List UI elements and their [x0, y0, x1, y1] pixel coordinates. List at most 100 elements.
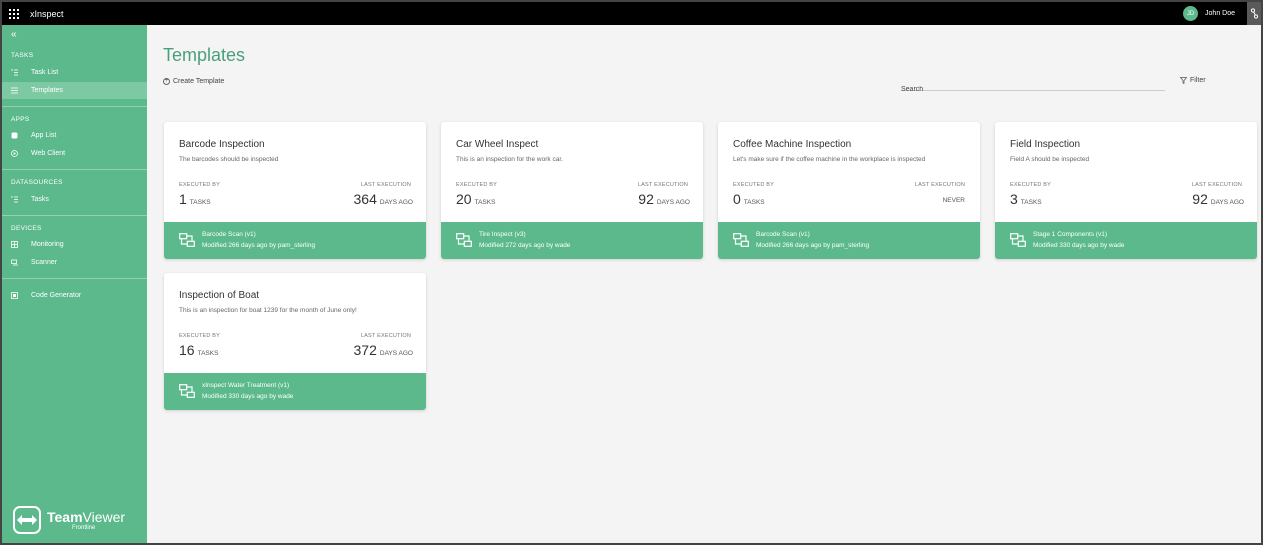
modified-info: Modified 266 days ago by pam_sterling — [202, 242, 316, 249]
top-bar: xInspect JD John Doe — [2, 2, 1261, 25]
sidebar-item-label: Code Generator — [31, 292, 82, 299]
filter-label: Filter — [1190, 77, 1206, 84]
card-app-footer[interactable]: Barcode Scan (v1) Modified 266 days ago … — [718, 222, 980, 259]
app-flow-icon — [733, 233, 749, 247]
section-label-apps: APPS — [11, 116, 30, 123]
card-title: Coffee Machine Inspection — [733, 139, 852, 150]
card-app-footer[interactable]: Barcode Scan (v1) Modified 266 days ago … — [164, 222, 426, 259]
create-template-button[interactable]: + Create Template — [163, 78, 224, 85]
modified-info: Modified 272 days ago by wade — [479, 242, 571, 249]
card-title: Car Wheel Inspect — [456, 139, 539, 150]
sidebar-item-label: Task List — [31, 69, 59, 76]
sidebar-item-tasks[interactable]: Tasks — [2, 191, 147, 208]
scanner-icon — [11, 259, 18, 266]
template-card[interactable]: Barcode Inspection The barcodes should b… — [164, 122, 426, 259]
filter-button[interactable]: Filter — [1180, 77, 1206, 84]
executed-count: 16 — [179, 342, 195, 358]
template-card[interactable]: Field Inspection Field A should be inspe… — [995, 122, 1257, 259]
executed-by-label: EXECUTED BY — [179, 182, 221, 188]
search-field — [901, 78, 1165, 96]
task-list-icon — [11, 196, 18, 203]
tasks-unit: TASKS — [197, 350, 219, 357]
tasks-unit: TASKS — [189, 199, 211, 206]
modified-info: Modified 266 days ago by pam_sterling — [756, 242, 870, 249]
task-list-icon — [11, 69, 18, 76]
main-content: Templates + Create Template Filter Barco… — [147, 25, 1261, 543]
app-name: Barcode Scan (v1) — [756, 231, 810, 238]
template-card[interactable]: Coffee Machine Inspection Let's make sur… — [718, 122, 980, 259]
executed-count: 1 — [179, 191, 187, 207]
sidebar-item-scanner[interactable]: Scanner — [2, 254, 147, 271]
executed-by-label: EXECUTED BY — [1010, 182, 1052, 188]
brand-name-light: Viewer — [82, 508, 126, 525]
days-ago-unit: DAYS AGO — [379, 350, 413, 357]
days-ago-unit: DAYS AGO — [379, 199, 413, 206]
tasks-unit: TASKS — [474, 199, 496, 206]
last-execution-label: LAST EXECUTION — [1191, 182, 1242, 188]
sidebar-item-label: Tasks — [31, 196, 49, 203]
app-title: xInspect — [30, 8, 64, 19]
sidebar-item-task-list[interactable]: Task List — [2, 64, 147, 81]
card-title: Field Inspection — [1010, 139, 1081, 150]
executed-by-label: EXECUTED BY — [456, 182, 498, 188]
app-flow-icon — [456, 233, 472, 247]
executed-count: 20 — [456, 191, 472, 207]
sidebar-item-app-list[interactable]: App List — [2, 127, 147, 144]
last-execution-label: LAST EXECUTION — [360, 182, 411, 188]
divider — [2, 169, 147, 170]
search-input[interactable] — [901, 83, 1165, 96]
sidebar-item-web-client[interactable]: Web Client — [2, 145, 147, 162]
section-label-datasources: DATASOURCES — [11, 179, 63, 186]
app-name: Barcode Scan (v1) — [202, 231, 256, 238]
code-generator-icon — [11, 292, 18, 299]
last-execution-label: LAST EXECUTION — [637, 182, 688, 188]
sidebar-item-label: Scanner — [31, 259, 58, 266]
sidebar-item-label: App List — [31, 132, 57, 139]
card-app-footer[interactable]: Stage 1 Components (v1) Modified 330 day… — [995, 222, 1257, 259]
app-flow-icon — [1010, 233, 1026, 247]
teamviewer-logo: TeamViewer Frontline — [13, 506, 125, 534]
card-title: Inspection of Boat — [179, 290, 260, 301]
card-app-footer[interactable]: xInspect Water Treatment (v1) Modified 3… — [164, 373, 426, 410]
divider — [2, 106, 147, 107]
teamviewer-logo-icon — [13, 506, 41, 534]
card-app-footer[interactable]: Tire Inspect (v3) Modified 272 days ago … — [441, 222, 703, 259]
avatar[interactable]: JD — [1183, 6, 1199, 21]
sidebar-item-code-generator[interactable]: Code Generator — [2, 287, 147, 304]
app-flow-icon — [179, 233, 195, 247]
template-card[interactable]: Car Wheel Inspect This is an inspection … — [441, 122, 703, 259]
sidebar-item-label: Monitoring — [31, 241, 64, 248]
app-list-icon — [11, 132, 18, 139]
template-card[interactable]: Inspection of Boat This is an inspection… — [164, 273, 426, 410]
days-ago-unit: DAYS AGO — [1210, 199, 1244, 206]
last-execution-days: 364 — [353, 191, 377, 207]
divider — [2, 278, 147, 279]
play-circle-icon — [11, 150, 18, 157]
last-execution-days: 372 — [353, 342, 377, 358]
card-description: This is an inspection for boat 1239 for … — [179, 307, 357, 314]
sidebar-item-templates[interactable]: Templates — [2, 82, 147, 99]
create-template-label: Create Template — [173, 78, 225, 85]
modified-info: Modified 330 days ago by wade — [1033, 242, 1125, 249]
card-description: This is an inspection for the work car. — [456, 156, 563, 163]
section-label-devices: DEVICES — [11, 225, 42, 232]
network-icon[interactable] — [1247, 2, 1261, 25]
card-title: Barcode Inspection — [179, 139, 265, 150]
last-execution-days: 92 — [1192, 191, 1208, 207]
sidebar-item-monitoring[interactable]: Monitoring — [2, 236, 147, 253]
brand-sub: Frontline — [72, 524, 96, 531]
card-description: Let's make sure if the coffee machine in… — [733, 156, 926, 163]
executed-by-label: EXECUTED BY — [733, 182, 775, 188]
app-grid-icon[interactable] — [9, 8, 19, 19]
app-name: Stage 1 Components (v1) — [1033, 231, 1108, 238]
collapse-sidebar-icon[interactable]: « — [11, 30, 17, 40]
card-description: The barcodes should be inspected — [179, 156, 279, 163]
user-name[interactable]: John Doe — [1205, 10, 1235, 17]
last-execution-label: LAST EXECUTION — [360, 333, 411, 339]
tasks-unit: TASKS — [743, 199, 765, 206]
executed-count: 3 — [1010, 191, 1018, 207]
section-label-tasks: TASKS — [11, 52, 34, 59]
last-execution-days: 92 — [638, 191, 654, 207]
modified-info: Modified 330 days ago by wade — [202, 393, 294, 400]
app-name: xInspect Water Treatment (v1) — [202, 382, 290, 389]
